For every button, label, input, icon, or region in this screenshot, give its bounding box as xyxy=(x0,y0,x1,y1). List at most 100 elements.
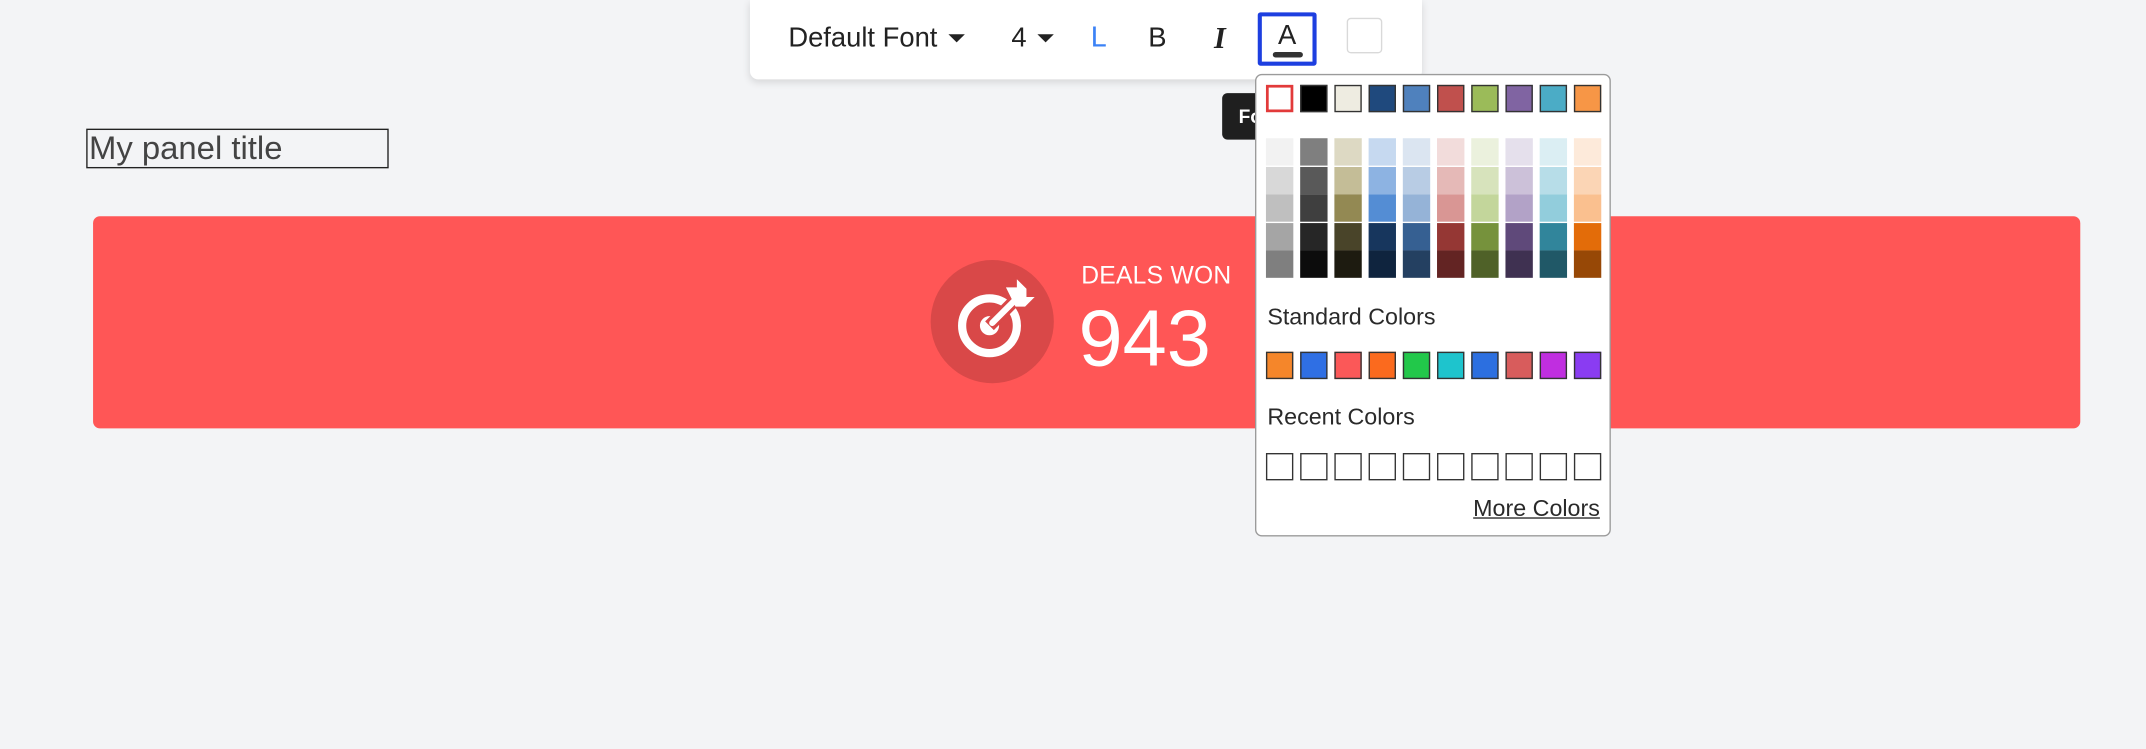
theme-color-swatch[interactable] xyxy=(1505,84,1533,113)
more-colors-link[interactable]: More Colors xyxy=(1473,495,1600,522)
align-left-button[interactable]: L xyxy=(1091,0,1107,77)
tint-color-swatch[interactable] xyxy=(1505,194,1533,222)
tint-color-swatch[interactable] xyxy=(1437,166,1465,194)
standard-color-swatch[interactable] xyxy=(1539,351,1568,380)
tint-color-swatch[interactable] xyxy=(1265,250,1294,278)
font-color-button[interactable]: A xyxy=(1257,12,1317,66)
tint-color-swatch[interactable] xyxy=(1265,166,1294,194)
tint-color-swatch[interactable] xyxy=(1471,194,1499,222)
tint-color-swatch[interactable] xyxy=(1300,138,1328,166)
standard-color-swatch[interactable] xyxy=(1265,351,1294,380)
font-family-label: Default Font xyxy=(788,22,938,53)
tint-color-swatch[interactable] xyxy=(1402,138,1431,166)
theme-color-swatch[interactable] xyxy=(1265,84,1294,113)
tint-color-swatch[interactable] xyxy=(1471,166,1499,194)
standard-color-swatch[interactable] xyxy=(1437,351,1465,380)
theme-color-swatch[interactable] xyxy=(1539,84,1568,113)
standard-color-swatch[interactable] xyxy=(1402,351,1431,380)
background-color-button[interactable] xyxy=(1346,17,1383,54)
standard-color-swatch[interactable] xyxy=(1334,351,1362,380)
tint-color-swatch[interactable] xyxy=(1539,138,1568,166)
tint-color-swatch[interactable] xyxy=(1300,194,1328,222)
kpi-value: 943 xyxy=(1078,294,1211,384)
recent-color-swatch[interactable] xyxy=(1539,453,1568,481)
tint-color-swatch[interactable] xyxy=(1334,222,1362,250)
tint-color-swatch[interactable] xyxy=(1265,194,1294,222)
tint-color-swatch[interactable] xyxy=(1265,138,1294,166)
recent-color-swatch[interactable] xyxy=(1334,453,1362,481)
standard-color-swatch[interactable] xyxy=(1368,351,1396,380)
recent-color-swatch[interactable] xyxy=(1573,453,1602,481)
tint-color-swatch[interactable] xyxy=(1505,138,1533,166)
tint-color-swatch[interactable] xyxy=(1471,222,1499,250)
tint-color-swatch[interactable] xyxy=(1539,250,1568,278)
tint-color-swatch[interactable] xyxy=(1539,194,1568,222)
tint-color-swatch[interactable] xyxy=(1573,166,1602,194)
tint-color-swatch[interactable] xyxy=(1573,250,1602,278)
theme-color-swatch[interactable] xyxy=(1437,84,1465,113)
font-size-label: 4 xyxy=(1011,22,1027,53)
theme-color-swatch[interactable] xyxy=(1471,84,1499,113)
tint-color-swatch[interactable] xyxy=(1368,250,1396,278)
tint-color-swatch[interactable] xyxy=(1573,222,1602,250)
tint-color-swatch[interactable] xyxy=(1573,138,1602,166)
tint-color-swatch[interactable] xyxy=(1471,250,1499,278)
tint-color-swatch[interactable] xyxy=(1505,250,1533,278)
recent-color-swatch[interactable] xyxy=(1437,453,1465,481)
tint-color-swatch[interactable] xyxy=(1471,138,1499,166)
theme-color-swatch[interactable] xyxy=(1402,84,1431,113)
tint-color-swatch[interactable] xyxy=(1402,166,1431,194)
theme-color-swatch[interactable] xyxy=(1368,84,1396,113)
tint-color-swatch[interactable] xyxy=(1437,138,1465,166)
standard-color-swatch[interactable] xyxy=(1300,351,1328,380)
tint-color-swatch[interactable] xyxy=(1573,194,1602,222)
standard-colors-heading: Standard Colors xyxy=(1267,303,1436,330)
tint-color-swatch[interactable] xyxy=(1368,138,1396,166)
recent-color-swatch[interactable] xyxy=(1265,453,1294,481)
recent-color-swatch[interactable] xyxy=(1505,453,1533,481)
recent-color-swatch[interactable] xyxy=(1300,453,1328,481)
tint-color-swatch[interactable] xyxy=(1505,222,1533,250)
tint-color-swatch[interactable] xyxy=(1437,250,1465,278)
recent-colors-heading: Recent Colors xyxy=(1267,403,1415,430)
kpi-card: DEALS WON 943 xyxy=(93,216,2081,429)
tint-color-swatch[interactable] xyxy=(1368,222,1396,250)
tint-color-swatch[interactable] xyxy=(1437,194,1465,222)
text-format-toolbar: Default Font 4 L B I A xyxy=(749,0,1422,80)
chevron-down-icon xyxy=(1037,34,1054,43)
theme-color-swatch[interactable] xyxy=(1300,84,1328,113)
tint-color-swatch[interactable] xyxy=(1368,166,1396,194)
recent-color-swatch[interactable] xyxy=(1471,453,1499,481)
chevron-down-icon xyxy=(948,34,965,43)
font-size-dropdown[interactable]: 4 xyxy=(1011,0,1054,77)
tint-color-swatch[interactable] xyxy=(1402,250,1431,278)
tint-color-swatch[interactable] xyxy=(1402,194,1431,222)
tint-color-swatch[interactable] xyxy=(1300,166,1328,194)
panel-title-input[interactable]: My panel title xyxy=(86,128,389,169)
italic-button[interactable]: I xyxy=(1214,0,1226,77)
tint-color-swatch[interactable] xyxy=(1334,194,1362,222)
tint-color-swatch[interactable] xyxy=(1402,222,1431,250)
tint-color-swatch[interactable] xyxy=(1505,166,1533,194)
font-family-dropdown[interactable]: Default Font xyxy=(788,0,965,77)
recent-color-swatch[interactable] xyxy=(1368,453,1396,481)
tint-color-swatch[interactable] xyxy=(1334,166,1362,194)
standard-color-swatch[interactable] xyxy=(1573,351,1602,380)
tint-color-swatch[interactable] xyxy=(1334,250,1362,278)
font-color-icon: A xyxy=(1278,19,1297,50)
recent-color-swatch[interactable] xyxy=(1402,453,1431,481)
tint-color-swatch[interactable] xyxy=(1437,222,1465,250)
standard-color-swatch[interactable] xyxy=(1505,351,1533,380)
tint-color-swatch[interactable] xyxy=(1334,138,1362,166)
tint-color-swatch[interactable] xyxy=(1539,166,1568,194)
theme-color-swatch[interactable] xyxy=(1334,84,1362,113)
tint-color-swatch[interactable] xyxy=(1539,222,1568,250)
bold-button[interactable]: B xyxy=(1148,0,1166,77)
theme-color-swatch[interactable] xyxy=(1573,84,1602,113)
tint-color-swatch[interactable] xyxy=(1300,222,1328,250)
tint-color-swatch[interactable] xyxy=(1300,250,1328,278)
standard-color-swatch[interactable] xyxy=(1471,351,1499,380)
tint-color-swatch[interactable] xyxy=(1368,194,1396,222)
tint-color-swatch[interactable] xyxy=(1265,222,1294,250)
font-color-underline xyxy=(1272,51,1303,57)
